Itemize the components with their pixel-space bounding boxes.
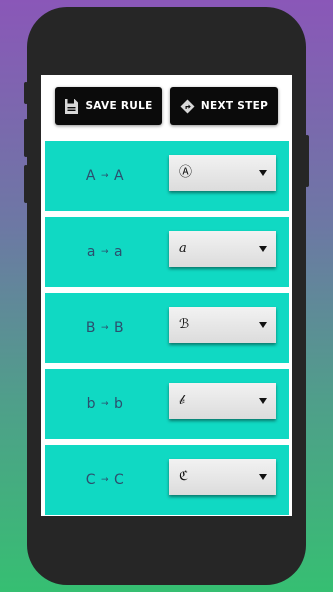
rule-mapping-label: C → C	[45, 445, 165, 515]
dropdown-selected-value: ℭ	[179, 469, 189, 484]
dropdown-selected-value: 𝒷	[179, 393, 185, 408]
rule-mapping-label: a → a	[45, 217, 165, 287]
rule-from: B	[85, 320, 96, 336]
next-step-button[interactable]: NEXT STEP	[170, 87, 278, 125]
rule-row: B → B ℬ	[45, 293, 289, 363]
arrow-icon: →	[100, 247, 110, 257]
rule-to: b	[114, 396, 124, 412]
style-dropdown[interactable]: ℬ	[169, 307, 276, 343]
rule-to: A	[114, 168, 125, 184]
rule-to: a	[114, 244, 124, 260]
floppy-disk-icon	[64, 98, 79, 115]
rule-row: C → C ℭ	[45, 445, 289, 515]
save-rule-label: SAVE RULE	[85, 100, 153, 112]
app-screen: SAVE RULE NEXT STEP A → A Ⓐ a → a 𝑎 B → …	[41, 75, 292, 516]
style-dropdown[interactable]: ℭ	[169, 459, 276, 495]
rule-from: b	[86, 396, 96, 412]
arrow-icon: →	[100, 475, 110, 485]
rule-to: B	[114, 320, 125, 336]
rule-from: A	[85, 168, 96, 184]
style-dropdown[interactable]: 𝒷	[169, 383, 276, 419]
caret-down-icon	[259, 398, 267, 404]
dropdown-selected-value: Ⓐ	[179, 165, 193, 180]
save-rule-button[interactable]: SAVE RULE	[55, 87, 162, 125]
rule-mapping-label: b → b	[45, 369, 165, 439]
rule-list: A → A Ⓐ a → a 𝑎 B → B ℬ b → b 𝒷 C → C ℭ	[45, 141, 289, 521]
phone-volume-up-button	[24, 119, 28, 157]
rule-from: a	[86, 244, 96, 260]
rule-row: a → a 𝑎	[45, 217, 289, 287]
arrow-icon: →	[100, 399, 110, 409]
caret-down-icon	[259, 246, 267, 252]
rule-from: C	[85, 472, 96, 488]
dropdown-selected-value: 𝑎	[179, 241, 187, 256]
next-step-label: NEXT STEP	[200, 100, 269, 112]
rule-row: A → A Ⓐ	[45, 141, 289, 211]
rule-mapping-label: A → A	[45, 141, 165, 211]
rule-to: C	[114, 472, 125, 488]
direction-sign-icon	[180, 99, 195, 114]
rule-row: b → b 𝒷	[45, 369, 289, 439]
arrow-icon: →	[100, 323, 110, 333]
arrow-icon: →	[100, 171, 110, 181]
phone-power-button	[305, 135, 309, 187]
caret-down-icon	[259, 474, 267, 480]
caret-down-icon	[259, 170, 267, 176]
dropdown-selected-value: ℬ	[179, 317, 190, 332]
rule-mapping-label: B → B	[45, 293, 165, 363]
caret-down-icon	[259, 322, 267, 328]
style-dropdown[interactable]: 𝑎	[169, 231, 276, 267]
phone-side-button	[24, 82, 28, 104]
toolbar: SAVE RULE NEXT STEP	[41, 75, 292, 137]
phone-volume-down-button	[24, 165, 28, 203]
style-dropdown[interactable]: Ⓐ	[169, 155, 276, 191]
